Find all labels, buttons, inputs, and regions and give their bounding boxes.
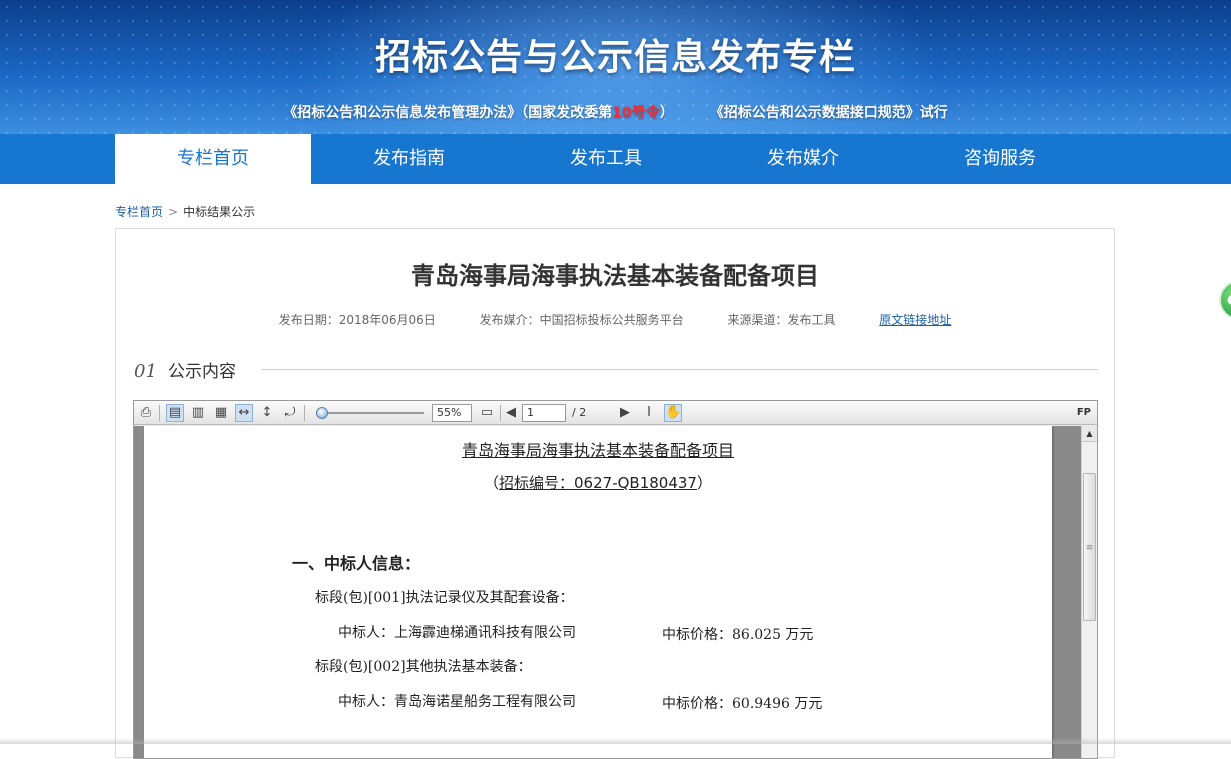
main-nav: 专栏首页 发布指南 发布工具 发布媒介 咨询服务: [0, 134, 1231, 184]
viewer-toolbar: ⎙ ▤ ▥ ▦ ↔ ↕ ⤾ 55% ▭ ◀ 1 / 2 ▶ Ⅰ ✋ FP: [134, 401, 1097, 425]
document-area[interactable]: 青岛海事局海事执法基本装备配备项目 （招标编号：0627-QB180437） 一…: [134, 426, 1081, 758]
paren-open: （: [484, 474, 500, 492]
lot-1: 标段(包)[001]执法记录仪及其配套设备：: [315, 590, 574, 606]
chat-icon: ●: [1227, 292, 1231, 306]
nav-item-media[interactable]: 发布媒介: [705, 134, 901, 184]
site-title: 招标公告与公示信息发布专栏: [374, 37, 856, 78]
fit-width-icon[interactable]: ↔: [235, 404, 253, 422]
pdf-page: 青岛海事局海事执法基本装备配备项目 （招标编号：0627-QB180437） 一…: [144, 426, 1052, 758]
flexpaper-logo: FP: [1076, 407, 1091, 418]
floating-service-button[interactable]: ●: [1219, 280, 1231, 320]
pdf-viewer: ⎙ ▤ ▥ ▦ ↔ ↕ ⤾ 55% ▭ ◀ 1 / 2 ▶ Ⅰ ✋ FP 青岛海…: [133, 400, 1098, 759]
toolbar-divider: [500, 405, 501, 421]
order-number: 10号令: [612, 105, 660, 121]
pdf-bid-number: （招标编号：0627-QB180437）: [144, 472, 1052, 493]
fullscreen-icon[interactable]: ▭: [478, 404, 496, 422]
regulation-link-2[interactable]: 《招标公告和公示数据接口规范》试行: [710, 105, 948, 121]
bid-number: 招标编号：0627-QB180437: [499, 474, 697, 492]
nav-item-guide[interactable]: 发布指南: [311, 134, 507, 184]
two-page-icon[interactable]: ▥: [189, 404, 207, 422]
paren-close: ）: [696, 474, 712, 492]
nav-item-home[interactable]: 专栏首页: [115, 134, 311, 184]
breadcrumb-home[interactable]: 专栏首页: [115, 205, 163, 219]
source-channel: 来源渠道：发布工具: [727, 313, 836, 327]
article-meta: 发布日期：2018年06月06日 发布媒介：中国招标投标公共服务平台 来源渠道：…: [116, 311, 1114, 328]
zoom-input[interactable]: 55%: [432, 404, 472, 422]
lot-2: 标段(包)[002]其他执法基本装备：: [315, 659, 532, 675]
breadcrumb-separator: >: [168, 205, 179, 219]
single-page-icon[interactable]: ▤: [166, 404, 184, 422]
bottom-edge: [0, 738, 1231, 744]
section-number: 01: [134, 361, 157, 382]
regulation-close: ）: [659, 105, 674, 121]
prev-page-icon[interactable]: ◀: [502, 404, 520, 422]
hand-tool-icon[interactable]: ✋: [664, 404, 682, 422]
toolbar-divider: [159, 405, 160, 421]
publish-date: 发布日期：2018年06月06日: [278, 313, 436, 327]
scroll-up-icon[interactable]: ▲: [1082, 426, 1097, 442]
thumbnails-icon[interactable]: ▦: [212, 404, 230, 422]
section-divider: [261, 369, 1098, 370]
section-header: 01 公示内容: [134, 357, 1098, 382]
zoom-slider[interactable]: [320, 412, 424, 414]
nav-item-tools[interactable]: 发布工具: [508, 134, 704, 184]
banner-subtitle: 《招标公告和公示信息发布管理办法》（国家发改委第10号令） 《招标公告和公示数据接…: [0, 102, 1231, 122]
page-number-input[interactable]: 1: [522, 404, 566, 422]
print-icon[interactable]: ⎙: [137, 404, 155, 422]
publish-media: 发布媒介：中国招标投标公共服务平台: [479, 313, 684, 327]
zoom-slider-handle[interactable]: [316, 407, 328, 419]
nav-item-consulting[interactable]: 咨询服务: [902, 134, 1098, 184]
page-title: 青岛海事局海事执法基本装备配备项目: [411, 262, 819, 290]
toolbar-divider: [304, 405, 305, 421]
text-select-icon[interactable]: Ⅰ: [640, 404, 658, 422]
breadcrumb: 专栏首页 > 中标结果公示: [115, 203, 255, 220]
pdf-section-heading: 一、中标人信息：: [292, 554, 421, 573]
content-panel: 青岛海事局海事执法基本装备配备项目 发布日期：2018年06月06日 发布媒介：…: [115, 228, 1115, 759]
winner-1: 中标人：上海霹迪梯通讯科技有限公司: [338, 625, 576, 641]
price-1: 中标价格：86.025 万元: [662, 627, 814, 643]
breadcrumb-current: 中标结果公示: [183, 205, 256, 219]
header-banner: 招标公告与公示信息发布专栏 《招标公告和公示信息发布管理办法》（国家发改委第10…: [0, 0, 1231, 134]
section-label: 公示内容: [168, 362, 236, 382]
regulation-link-1[interactable]: 《招标公告和公示信息发布管理办法》（国家发改委第10号令）: [283, 105, 673, 121]
vertical-scrollbar[interactable]: ▲ ≡: [1081, 426, 1097, 758]
rotate-icon[interactable]: ⤾: [281, 404, 299, 422]
page-total: / 2: [572, 406, 587, 419]
next-page-icon[interactable]: ▶: [616, 404, 634, 422]
scrollbar-thumb[interactable]: ≡: [1083, 473, 1096, 621]
fit-height-icon[interactable]: ↕: [258, 404, 276, 422]
original-link[interactable]: 原文链接地址: [879, 313, 951, 327]
price-2: 中标价格：60.9496 万元: [662, 696, 823, 712]
pdf-title: 青岛海事局海事执法基本装备配备项目: [461, 441, 734, 460]
winner-2: 中标人：青岛海诺星船务工程有限公司: [338, 694, 576, 710]
regulation-text: 《招标公告和公示信息发布管理办法》（国家发改委第: [283, 105, 613, 121]
